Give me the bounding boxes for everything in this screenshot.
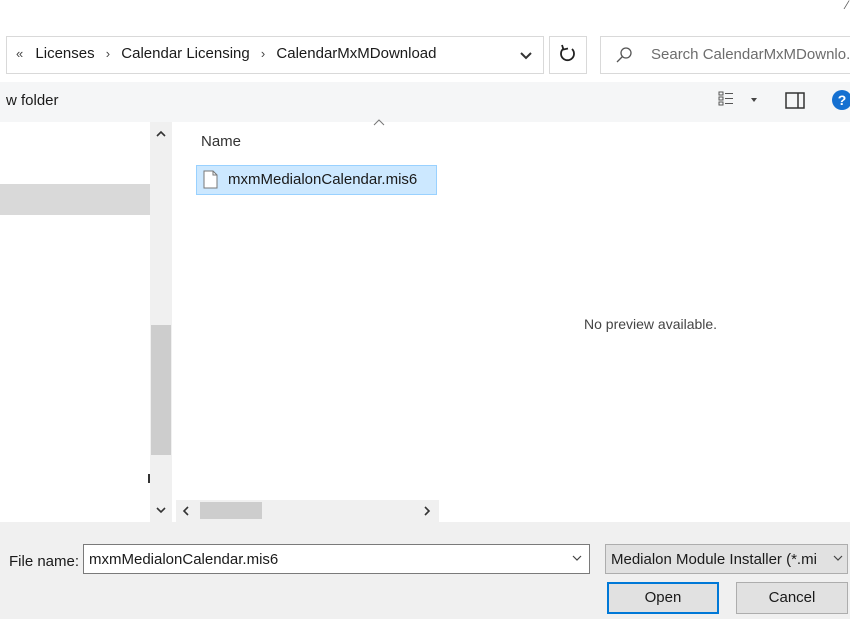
help-icon[interactable]: ? bbox=[832, 90, 850, 110]
scroll-down-arrow-icon[interactable] bbox=[150, 502, 172, 518]
title-bar bbox=[0, 0, 850, 20]
scroll-left-arrow-icon[interactable] bbox=[178, 503, 194, 519]
cancel-button[interactable]: Cancel bbox=[736, 582, 848, 614]
preview-message: No preview available. bbox=[584, 316, 718, 332]
title-corner-glyph: ⁄ bbox=[845, 0, 848, 12]
breadcrumb-item-calendar-licensing[interactable]: Calendar Licensing bbox=[121, 45, 249, 62]
scroll-up-arrow-icon[interactable] bbox=[150, 126, 172, 142]
sort-ascending-icon bbox=[373, 118, 385, 126]
refresh-icon bbox=[559, 44, 577, 64]
breadcrumb-item-licenses[interactable]: Licenses bbox=[35, 45, 94, 62]
navigation-scroll-thumb[interactable] bbox=[151, 325, 171, 455]
breadcrumb-item-calendarmxmdownload[interactable]: CalendarMxMDownload bbox=[276, 45, 436, 62]
breadcrumb-separator-icon[interactable]: › bbox=[99, 46, 117, 61]
change-view-icon[interactable] bbox=[718, 91, 738, 109]
preview-pane-toggle-icon[interactable] bbox=[785, 92, 805, 109]
navigation-selected-item[interactable] bbox=[0, 184, 150, 215]
new-folder-button[interactable]: w folder bbox=[6, 92, 59, 109]
breadcrumb-overflow-button[interactable]: « bbox=[16, 46, 31, 61]
file-name-label-text: File name: bbox=[9, 553, 80, 570]
search-icon bbox=[615, 46, 633, 64]
file-name-label[interactable]: mxmMedialonCalendar.mis6 bbox=[228, 171, 417, 188]
file-icon bbox=[203, 170, 218, 189]
navigation-pane[interactable] bbox=[0, 122, 150, 522]
file-open-dialog: ⁄ « Licenses › Calendar Licensing › Cale… bbox=[0, 0, 850, 619]
navigation-scrollbar[interactable] bbox=[150, 122, 172, 522]
address-history-chevron-icon[interactable] bbox=[516, 45, 536, 65]
breadcrumb: « Licenses › Calendar Licensing › Calend… bbox=[16, 45, 436, 62]
splitter-mark bbox=[148, 474, 150, 483]
horizontal-scroll-thumb[interactable] bbox=[200, 502, 262, 519]
file-type-chevron-down-icon[interactable] bbox=[831, 551, 845, 565]
file-name-dropdown-chevron-icon[interactable] bbox=[570, 551, 584, 565]
column-header-name[interactable]: Name bbox=[201, 133, 241, 150]
breadcrumb-separator-icon[interactable]: › bbox=[254, 46, 272, 61]
scroll-right-arrow-icon[interactable] bbox=[419, 503, 435, 519]
search-placeholder: Search CalendarMxMDownlo... bbox=[651, 46, 850, 63]
view-options-dropdown-icon[interactable] bbox=[750, 96, 758, 104]
file-type-value[interactable]: Medialon Module Installer (*.mi bbox=[611, 551, 817, 568]
open-button[interactable]: Open bbox=[607, 582, 719, 614]
file-name-value[interactable]: mxmMedialonCalendar.mis6 bbox=[89, 551, 278, 568]
